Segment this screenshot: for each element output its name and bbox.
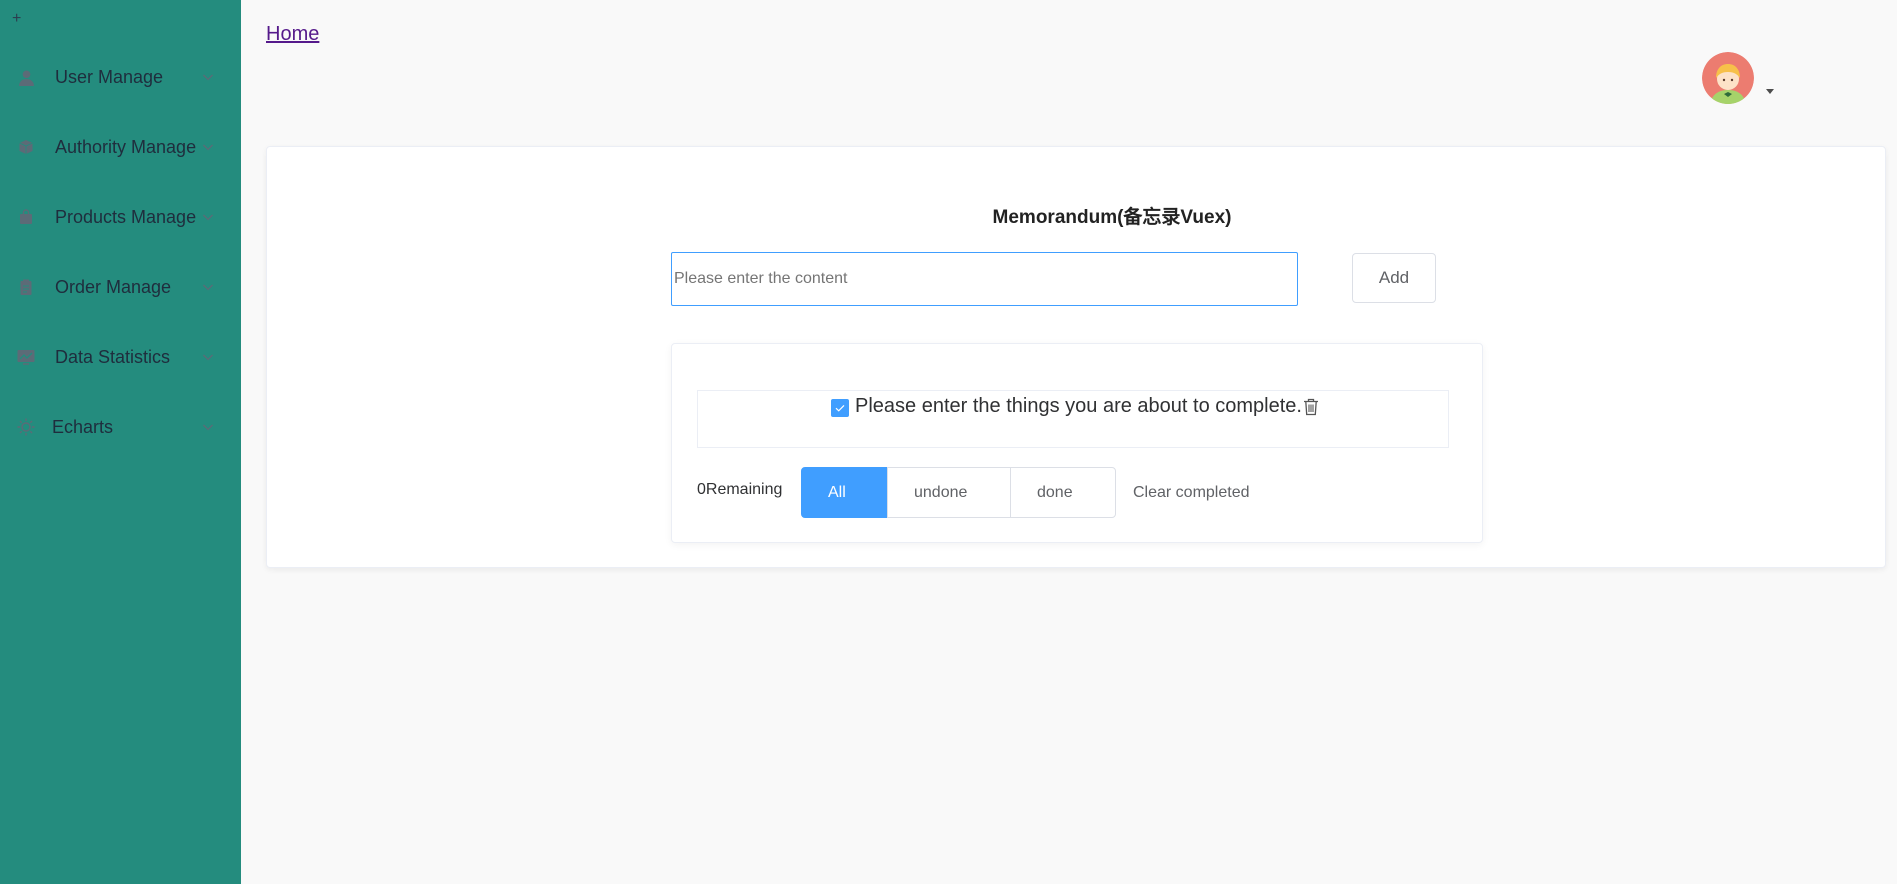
sidebar-item-products-manage[interactable]: Products Manage: [0, 182, 241, 252]
chevron-down-icon: [201, 420, 215, 434]
todo-list-card: Please enter the things you are about to…: [671, 343, 1483, 543]
sidebar: + User Manage Authority Manage Products: [0, 0, 241, 884]
sidebar-item-order-manage[interactable]: Order Manage: [0, 252, 241, 322]
list-item: Please enter the things you are about to…: [697, 390, 1449, 448]
content-input[interactable]: [671, 252, 1298, 306]
box-icon: [17, 138, 35, 156]
breadcrumb-home-link[interactable]: Home: [266, 23, 319, 46]
sidebar-item-label: Products Manage: [55, 206, 197, 227]
sidebar-item-label: Echarts: [52, 416, 114, 437]
avatar-icon[interactable]: [1702, 52, 1754, 104]
memo-card: Memorandum(备忘录Vuex) Add Please enter the…: [266, 146, 1886, 568]
chevron-down-icon: [201, 280, 215, 294]
sidebar-item-label: User Manage: [55, 66, 164, 87]
chevron-down-icon: [201, 350, 215, 364]
user-icon: [17, 68, 35, 86]
remaining-count: 0Remaining: [697, 481, 783, 498]
sidebar-item-label: Authority Manage: [55, 136, 197, 157]
chevron-down-icon: [201, 70, 215, 84]
filter-undone-button[interactable]: undone: [887, 467, 1011, 518]
todo-checkbox[interactable]: [831, 399, 849, 417]
add-button[interactable]: Add: [1352, 253, 1436, 303]
caret-down-icon: [1766, 89, 1774, 94]
clear-completed-button[interactable]: Clear completed: [1133, 467, 1250, 518]
sidebar-item-label: Order Manage: [55, 276, 172, 297]
sidebar-item-data-statistics[interactable]: Data Statistics: [0, 322, 241, 392]
sidebar-item-echarts[interactable]: Echarts: [0, 392, 241, 462]
check-icon: [835, 404, 845, 412]
filter-button-group: All undone done: [801, 467, 1116, 518]
clipboard-icon: [17, 278, 35, 296]
main-area: Home Memorandum(备忘录Vuex) Add Pleas: [241, 0, 1897, 884]
collapse-button[interactable]: +: [12, 8, 21, 30]
sidebar-item-user-manage[interactable]: User Manage: [0, 42, 241, 112]
page-title: Memorandum(备忘录Vuex): [992, 207, 1232, 228]
filter-all-button[interactable]: All: [801, 467, 888, 518]
bag-icon: [17, 208, 35, 226]
chart-icon: [17, 348, 35, 366]
sidebar-menu: User Manage Authority Manage Products Ma…: [0, 42, 241, 462]
chevron-down-icon: [201, 140, 215, 154]
trash-icon[interactable]: [1301, 397, 1321, 417]
filter-done-button[interactable]: done: [1010, 467, 1116, 518]
user-menu[interactable]: [1702, 52, 1782, 104]
todo-text: Please enter the things you are about to…: [855, 395, 1302, 417]
sun-icon: [17, 418, 35, 436]
sidebar-item-label: Data Statistics: [55, 346, 171, 367]
chevron-down-icon: [201, 210, 215, 224]
sidebar-item-authority-manage[interactable]: Authority Manage: [0, 112, 241, 182]
